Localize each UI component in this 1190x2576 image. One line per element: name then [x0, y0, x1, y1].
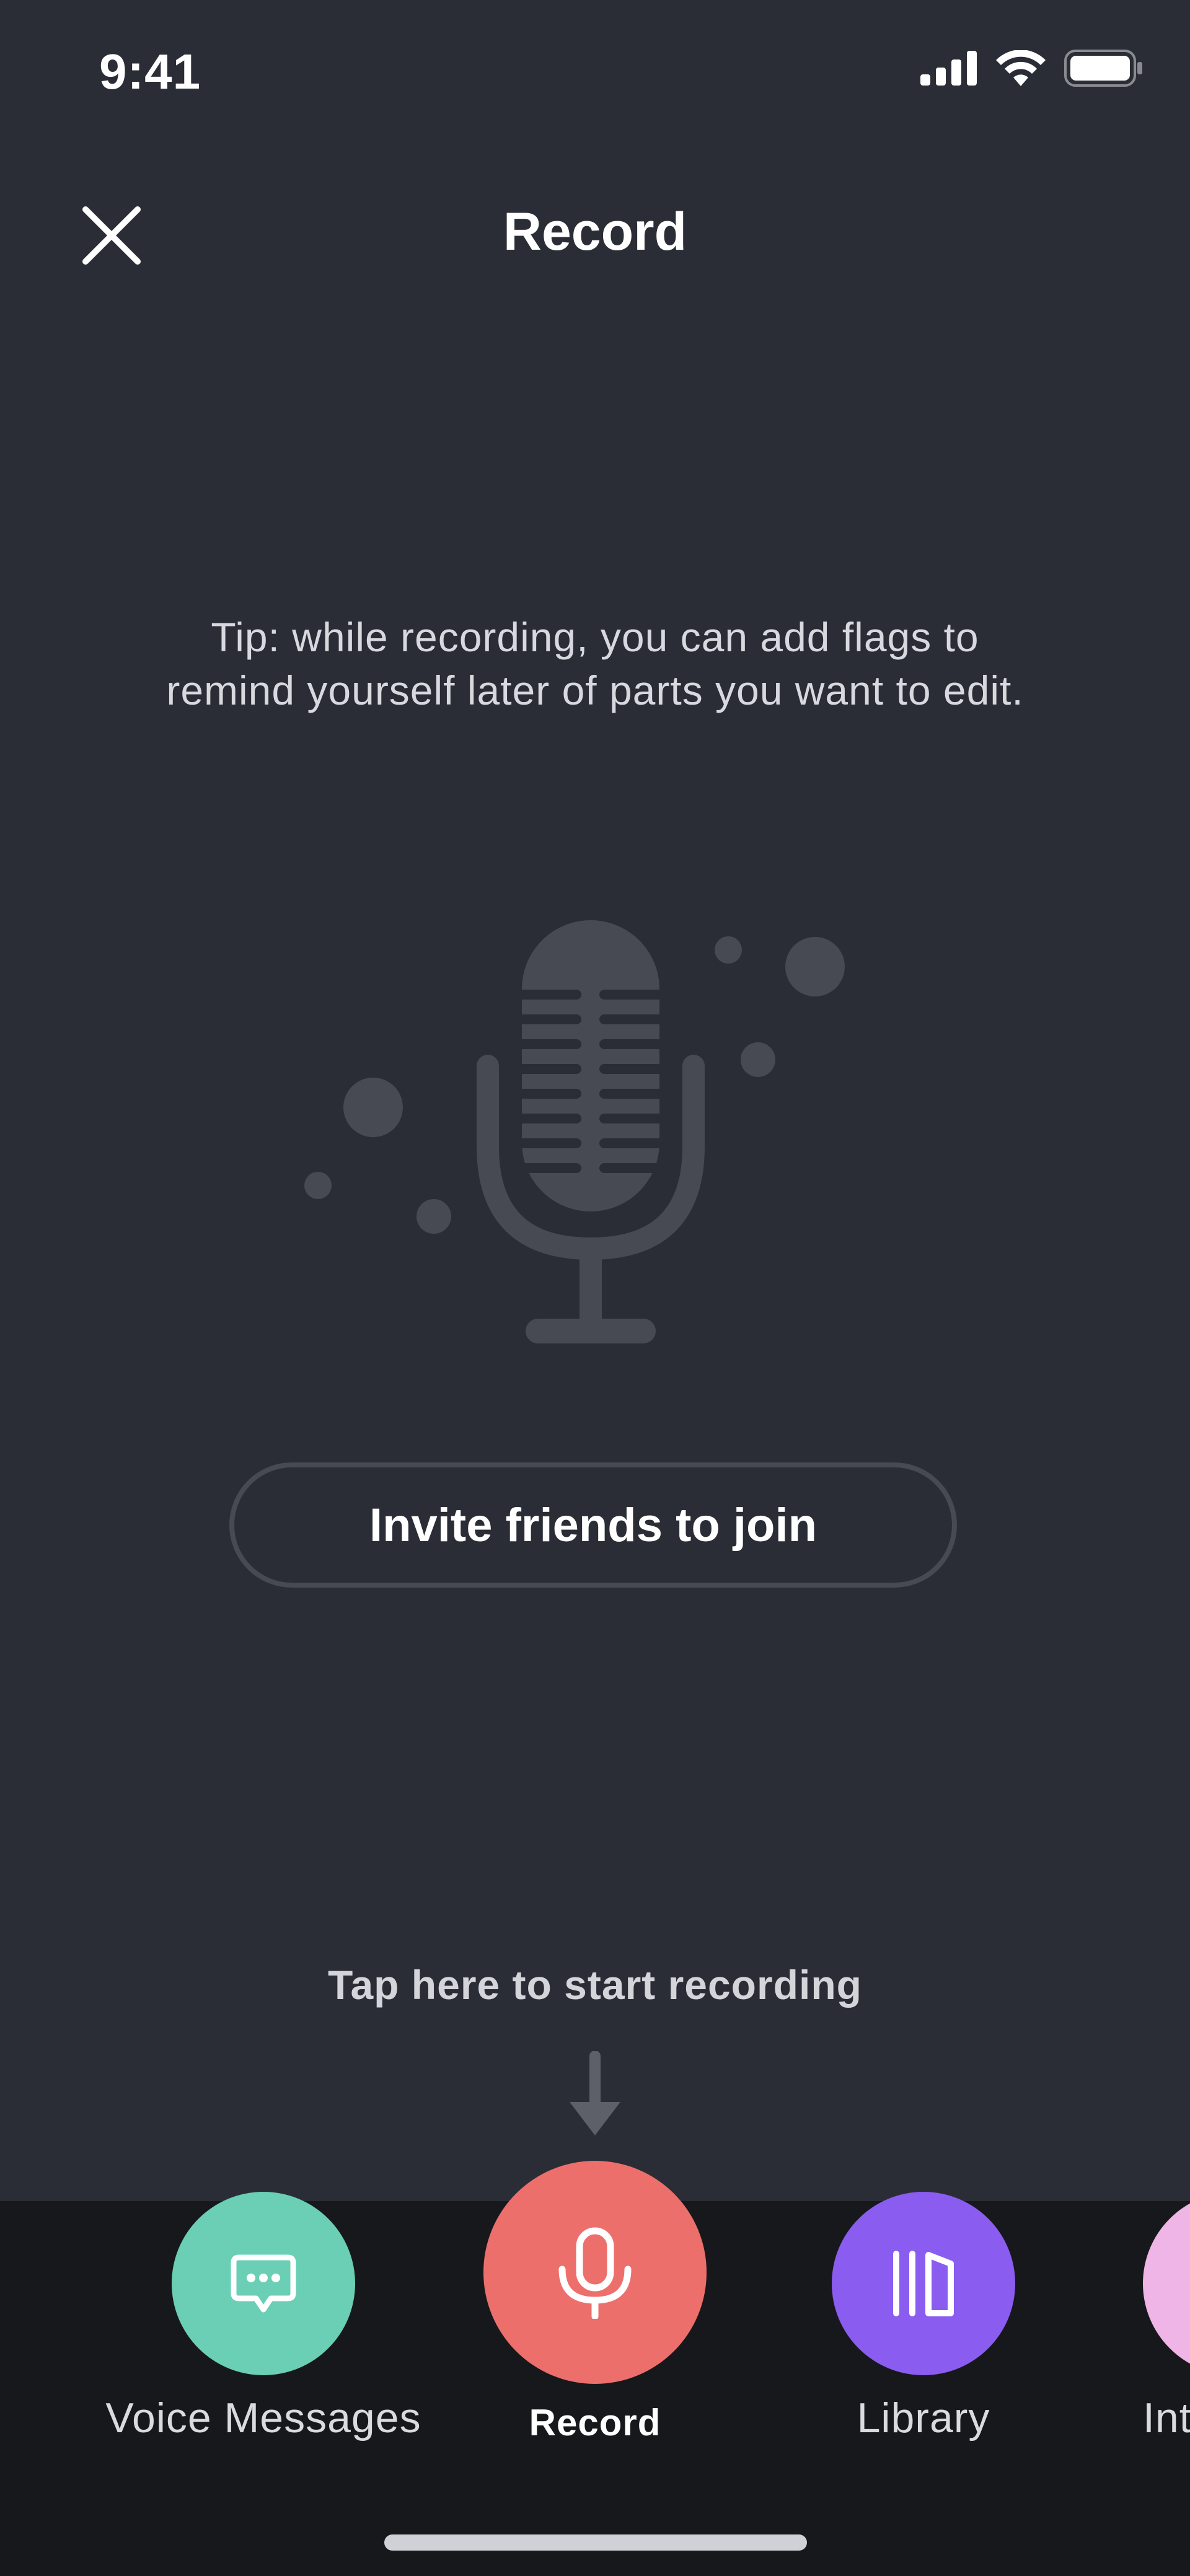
tab-voice-messages-label: Voice Messages — [105, 2394, 421, 2442]
tab-voice-messages-circle — [172, 2192, 355, 2375]
chat-bubble-icon — [231, 2254, 296, 2313]
record-screen: 9:41 Record Tip: while recording, you ca… — [0, 0, 1190, 2576]
microphone-illustration — [304, 920, 845, 1343]
tab-record-label: Record — [529, 2402, 661, 2443]
wifi-icon — [996, 50, 1046, 89]
status-bar: 9:41 — [0, 0, 1190, 149]
start-recording-hint: Tap here to start recording — [328, 1962, 862, 2008]
microphone-icon — [558, 2227, 632, 2319]
battery-icon — [1064, 50, 1144, 90]
status-icons — [920, 50, 1144, 90]
page-title: Record — [503, 202, 687, 262]
tip-text: Tip: while recording, you can add flags … — [166, 614, 1024, 713]
arrow-down-icon — [570, 2051, 620, 2135]
tab-partial-circle — [1143, 2192, 1190, 2375]
tab-record[interactable]: Record — [434, 2161, 756, 2444]
tab-library-circle — [832, 2192, 1015, 2375]
library-icon — [893, 2251, 954, 2316]
tab-voice-messages[interactable]: Voice Messages — [90, 2192, 437, 2442]
invite-friends-button[interactable]: Invite friends to join — [229, 1462, 957, 1588]
status-time: 9:41 — [99, 44, 201, 99]
tab-record-circle — [483, 2161, 707, 2384]
tab-partial-label: Int — [1143, 2394, 1190, 2442]
tab-library[interactable]: Library — [762, 2192, 1085, 2442]
tab-partial[interactable]: Int — [1143, 2192, 1190, 2442]
tab-library-label: Library — [857, 2394, 990, 2442]
signal-icon — [920, 51, 977, 89]
home-indicator — [384, 2534, 807, 2551]
